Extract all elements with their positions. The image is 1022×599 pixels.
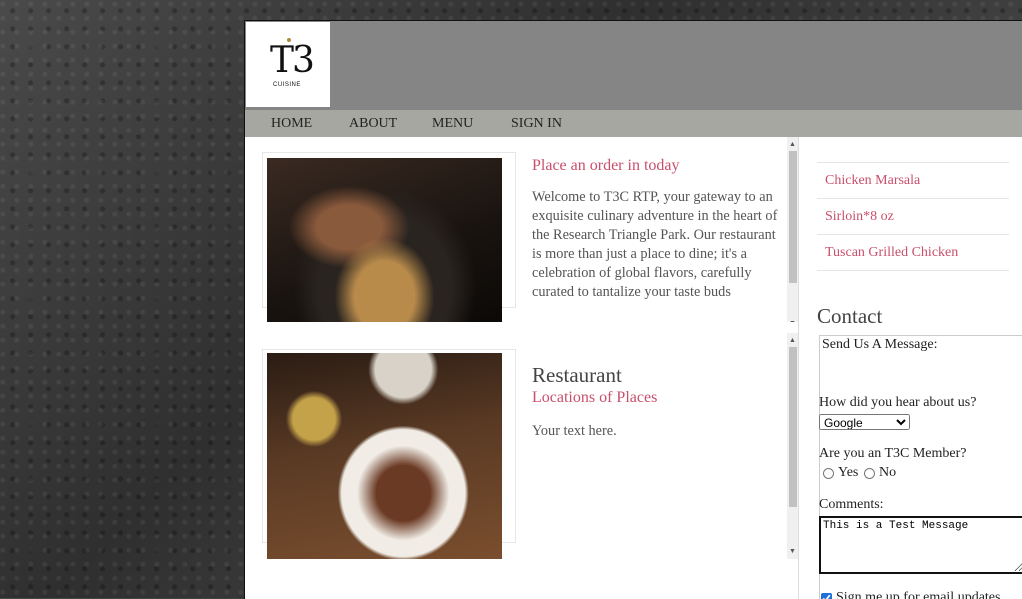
- comments-textarea[interactable]: This is a Test Message: [819, 516, 1022, 574]
- divider: [817, 270, 1009, 271]
- radio-label-no: No: [879, 465, 896, 481]
- page-frame: T3 CUISINE HOME ABOUT MENU SIGN IN Place…: [244, 20, 1022, 599]
- main-nav: HOME ABOUT MENU SIGN IN: [245, 110, 1022, 137]
- nav-sign-in[interactable]: SIGN IN: [511, 116, 562, 132]
- heard-select[interactable]: Google: [819, 414, 910, 430]
- logo[interactable]: T3 CUISINE: [246, 22, 330, 107]
- nav-about[interactable]: ABOUT: [349, 116, 397, 132]
- scroll-down-icon[interactable]: ▼: [789, 319, 796, 322]
- column-divider: [798, 137, 799, 599]
- scrollbar[interactable]: ▲ ▼: [787, 333, 798, 559]
- radio-input-no[interactable]: [864, 468, 875, 479]
- post-body: Welcome to T3C RTP, your gateway to an e…: [532, 188, 782, 302]
- divider: [817, 198, 1009, 199]
- heard-label: How did you hear about us?: [819, 395, 976, 411]
- post-frame-2: Restaurant Locations of Places Your text…: [245, 333, 798, 559]
- food-photo: [267, 158, 502, 322]
- menu-item-sirloin[interactable]: Sirloin*8 oz: [825, 209, 894, 225]
- steak-plate-photo: [267, 353, 502, 559]
- scroll-up-icon[interactable]: ▲: [789, 336, 796, 344]
- divider: [817, 234, 1009, 235]
- fieldset-legend: Send Us A Message:: [820, 337, 940, 353]
- checkbox-input[interactable]: [821, 593, 832, 599]
- divider: [817, 162, 1009, 163]
- logo-mark: T3: [270, 40, 313, 81]
- scroll-down-icon[interactable]: ▼: [789, 547, 796, 555]
- member-label: Are you an T3C Member?: [819, 446, 966, 462]
- site-header: T3 CUISINE: [245, 21, 1022, 110]
- post-body: Your text here.: [532, 422, 782, 441]
- menu-item-tuscan-grilled-chicken[interactable]: Tuscan Grilled Chicken: [825, 245, 958, 261]
- post-title[interactable]: Place an order in today: [532, 157, 680, 175]
- post-subtitle[interactable]: Locations of Places: [532, 389, 657, 407]
- member-no-radio[interactable]: No: [864, 465, 896, 481]
- logo-wordmark: CUISINE: [273, 82, 301, 88]
- main-content: Place an order in today Welcome to T3C R…: [245, 137, 1022, 599]
- contact-heading: Contact: [817, 304, 882, 329]
- scroll-up-icon[interactable]: ▲: [789, 140, 796, 148]
- post-frame-1: Place an order in today Welcome to T3C R…: [245, 137, 798, 322]
- radio-label-yes: Yes: [838, 465, 858, 481]
- scrollbar[interactable]: ▲ ▼: [787, 137, 798, 322]
- scroll-thumb[interactable]: [789, 347, 797, 507]
- comments-label: Comments:: [819, 497, 884, 513]
- nav-menu[interactable]: MENU: [432, 116, 473, 132]
- menu-item-chicken-marsala[interactable]: Chicken Marsala: [825, 173, 920, 189]
- section-heading: Restaurant: [532, 363, 622, 388]
- radio-input-yes[interactable]: [823, 468, 834, 479]
- scroll-thumb[interactable]: [789, 151, 797, 283]
- nav-home[interactable]: HOME: [271, 116, 312, 132]
- member-yes-radio[interactable]: Yes: [823, 465, 858, 481]
